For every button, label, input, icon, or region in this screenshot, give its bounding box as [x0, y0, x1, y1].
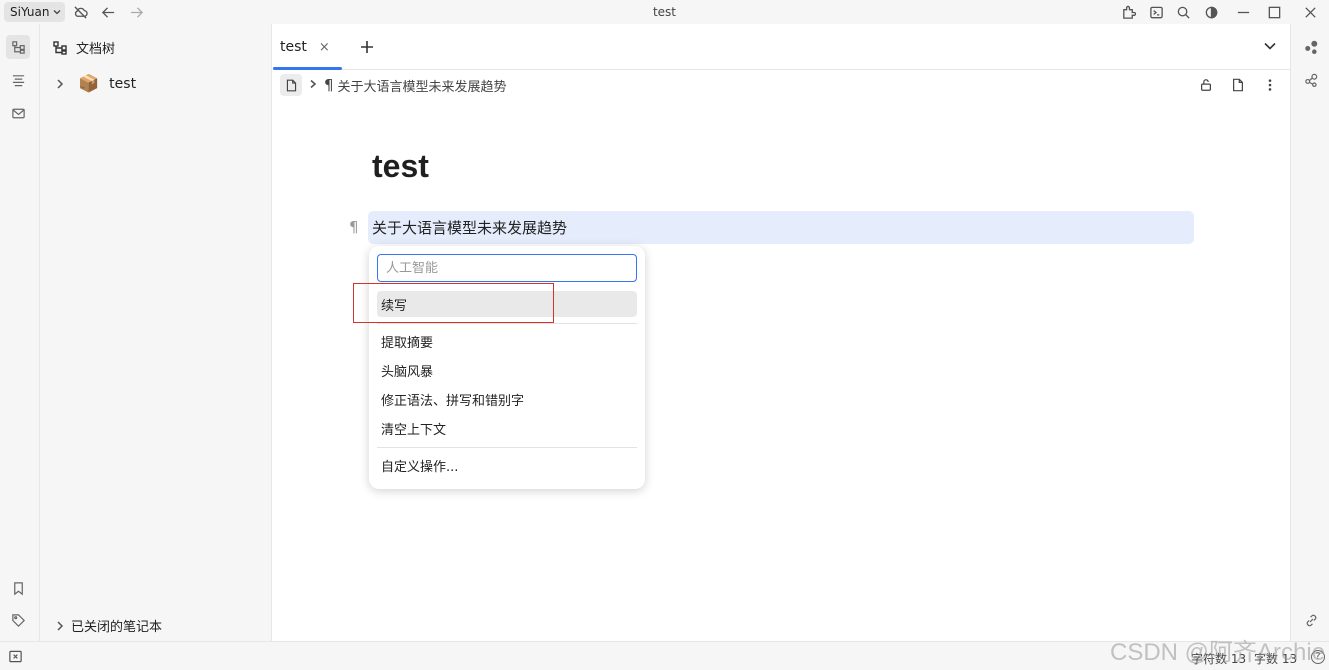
graph-icon — [1304, 40, 1317, 54]
workspace-menu-button[interactable]: SiYuan — [4, 2, 65, 22]
menu-divider — [377, 447, 637, 448]
search-icon[interactable] — [1174, 3, 1192, 21]
tab-close-icon[interactable]: × — [319, 40, 330, 55]
annotation-highlight-box — [353, 283, 554, 323]
status-bar: 字符数 13 字数 13 ? — [0, 641, 1329, 670]
maximize-icon[interactable] — [1265, 3, 1283, 21]
ai-prompt-input[interactable] — [377, 254, 637, 282]
file-tree-title: 文档树 — [76, 42, 116, 57]
menu-item-label: 修正语法、拼写和错别字 — [381, 393, 525, 409]
more-vertical-icon — [1268, 79, 1272, 91]
notebook-icon: 📦 — [78, 73, 100, 94]
workspace-name: SiYuan — [10, 5, 50, 19]
tag-dock-button[interactable] — [6, 608, 30, 632]
menu-item-custom-action[interactable]: 自定义操作... — [377, 452, 637, 478]
menu-item-brainstorm[interactable]: 头脑风暴 — [377, 357, 637, 383]
menu-divider — [377, 323, 637, 324]
sync-cloud-icon[interactable] — [71, 3, 89, 21]
selected-paragraph-block[interactable]: 关于大语言模型未来发展趋势 — [368, 211, 1194, 244]
back-arrow-icon[interactable] — [99, 3, 117, 21]
mail-icon — [11, 108, 25, 118]
breadcrumb: ¶ 关于大语言模型未来发展趋势 — [280, 73, 507, 97]
paragraph-text[interactable]: 关于大语言模型未来发展趋势 — [372, 217, 567, 238]
doc-icon-button[interactable] — [280, 74, 302, 96]
file-tree-dock-button[interactable] — [6, 35, 30, 59]
graph-view-dock-button[interactable] — [1299, 35, 1323, 59]
unlock-icon — [1201, 79, 1211, 91]
outline-icon — [12, 74, 24, 86]
dock-toggle-button[interactable] — [8, 649, 24, 665]
active-tab-indicator — [273, 67, 342, 70]
char-count: 字符数 13 — [1191, 652, 1247, 666]
word-count: 字数 13 — [1254, 652, 1298, 666]
new-tab-button[interactable] — [357, 37, 377, 57]
file-tree-header: 文档树 — [52, 38, 115, 57]
readonly-toggle-button[interactable] — [1197, 76, 1215, 94]
tab-test[interactable]: test × — [273, 24, 342, 70]
chevron-down-icon — [1264, 42, 1276, 50]
menu-item-label: 自定义操作... — [381, 459, 459, 475]
menu-item-label: 清空上下文 — [381, 422, 447, 438]
inbox-dock-button[interactable] — [6, 101, 30, 125]
forward-arrow-icon[interactable] — [127, 3, 145, 21]
bookmark-dock-button[interactable] — [6, 576, 30, 600]
menu-item-summarize[interactable]: 提取摘要 — [377, 328, 637, 354]
closed-notebooks-label: 已关闭的笔记本 — [71, 620, 163, 635]
file-tree-icon — [53, 40, 67, 55]
title-bar: SiYuan test — [0, 0, 1329, 24]
help-icon[interactable]: ? — [1311, 650, 1325, 664]
document-title[interactable]: test — [372, 148, 429, 185]
block-paragraph-icon[interactable]: ¶ — [349, 218, 359, 236]
backlinks-dock-button[interactable] — [1299, 608, 1323, 632]
close-window-icon[interactable] — [1301, 3, 1319, 21]
doc-info-button[interactable] — [1229, 76, 1247, 94]
closed-notebooks-section[interactable]: 已关闭的笔记本 — [54, 616, 162, 635]
global-graph-dock-button[interactable] — [1299, 68, 1323, 92]
outline-dock-button[interactable] — [6, 68, 30, 92]
document-icon — [1233, 78, 1243, 92]
notebook-label: test — [109, 76, 137, 92]
link-icon — [1306, 614, 1316, 626]
expand-arrow-icon[interactable] — [54, 78, 66, 90]
chevron-down-icon — [54, 10, 61, 15]
terminal-icon[interactable] — [1147, 3, 1165, 21]
menu-item-clear-context[interactable]: 清空上下文 — [377, 415, 637, 441]
menu-item-label: 提取摘要 — [381, 335, 434, 351]
minimize-icon[interactable] — [1234, 3, 1252, 21]
notebook-item-test[interactable]: 📦 test — [54, 72, 264, 96]
tab-list-button[interactable] — [1262, 38, 1280, 56]
theme-mode-icon[interactable] — [1202, 3, 1220, 21]
dock-toggle-icon — [9, 650, 22, 663]
expand-arrow-icon — [57, 620, 64, 631]
plugin-icon[interactable] — [1119, 3, 1137, 21]
paragraph-icon: ¶ — [324, 76, 334, 94]
plus-icon — [361, 41, 373, 53]
document-icon — [286, 79, 296, 91]
breadcrumb-item-paragraph[interactable]: 关于大语言模型未来发展趋势 — [338, 76, 507, 95]
menu-item-label: 头脑风暴 — [381, 364, 434, 380]
more-options-button[interactable] — [1261, 76, 1279, 94]
tab-bar: test × — [273, 24, 1290, 70]
bookmark-icon — [13, 581, 23, 595]
global-graph-icon — [1304, 73, 1317, 87]
file-tree-icon — [11, 40, 25, 54]
right-dock — [1290, 24, 1329, 641]
chevron-right-icon — [308, 78, 324, 93]
tag-icon — [11, 613, 25, 627]
left-dock — [0, 24, 40, 641]
menu-item-fix-grammar[interactable]: 修正语法、拼写和错别字 — [377, 386, 637, 412]
file-tree-panel: 文档树 📦 test 已关闭的笔记本 — [40, 24, 272, 641]
tab-label: test — [280, 39, 307, 55]
